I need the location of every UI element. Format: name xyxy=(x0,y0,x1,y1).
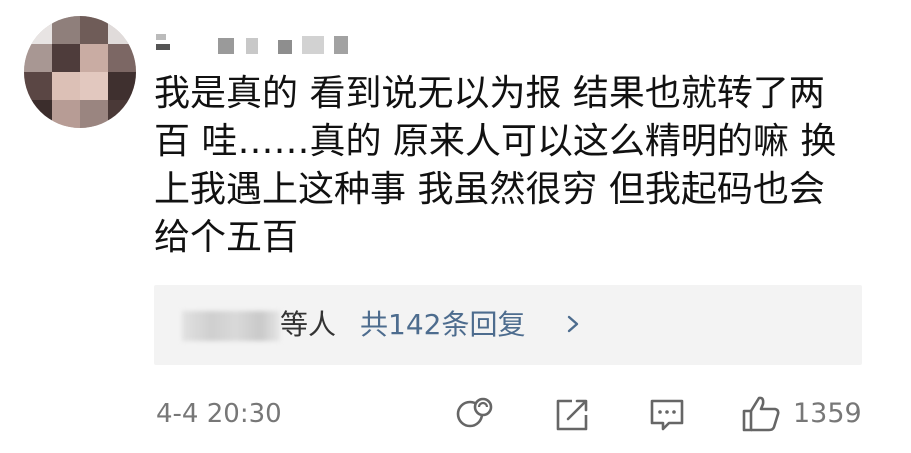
avatar-mosaic xyxy=(24,16,136,128)
comment-text: 我是真的 看到说无以为报 结果也就转了两百 哇……真的 原来人可以这么精明的嘛 … xyxy=(154,73,837,258)
replies-who-label: 等人 xyxy=(280,308,337,341)
author-name[interactable] xyxy=(152,28,362,58)
reply-icon[interactable] xyxy=(649,394,685,434)
avatar[interactable] xyxy=(24,16,136,128)
replies-count-link[interactable]: 共142条回复 xyxy=(360,305,525,345)
thumbs-up-icon[interactable] xyxy=(740,394,782,434)
repost-icon[interactable] xyxy=(453,394,499,434)
replies-preview[interactable]: 等人 共142条回复 xyxy=(154,285,862,365)
reply-author-names xyxy=(182,311,280,341)
share-icon[interactable] xyxy=(554,394,590,434)
like-count: 1359 xyxy=(793,398,862,429)
comment-timestamp: 4-4 20:30 xyxy=(156,399,282,429)
chevron-right-icon xyxy=(567,315,579,333)
